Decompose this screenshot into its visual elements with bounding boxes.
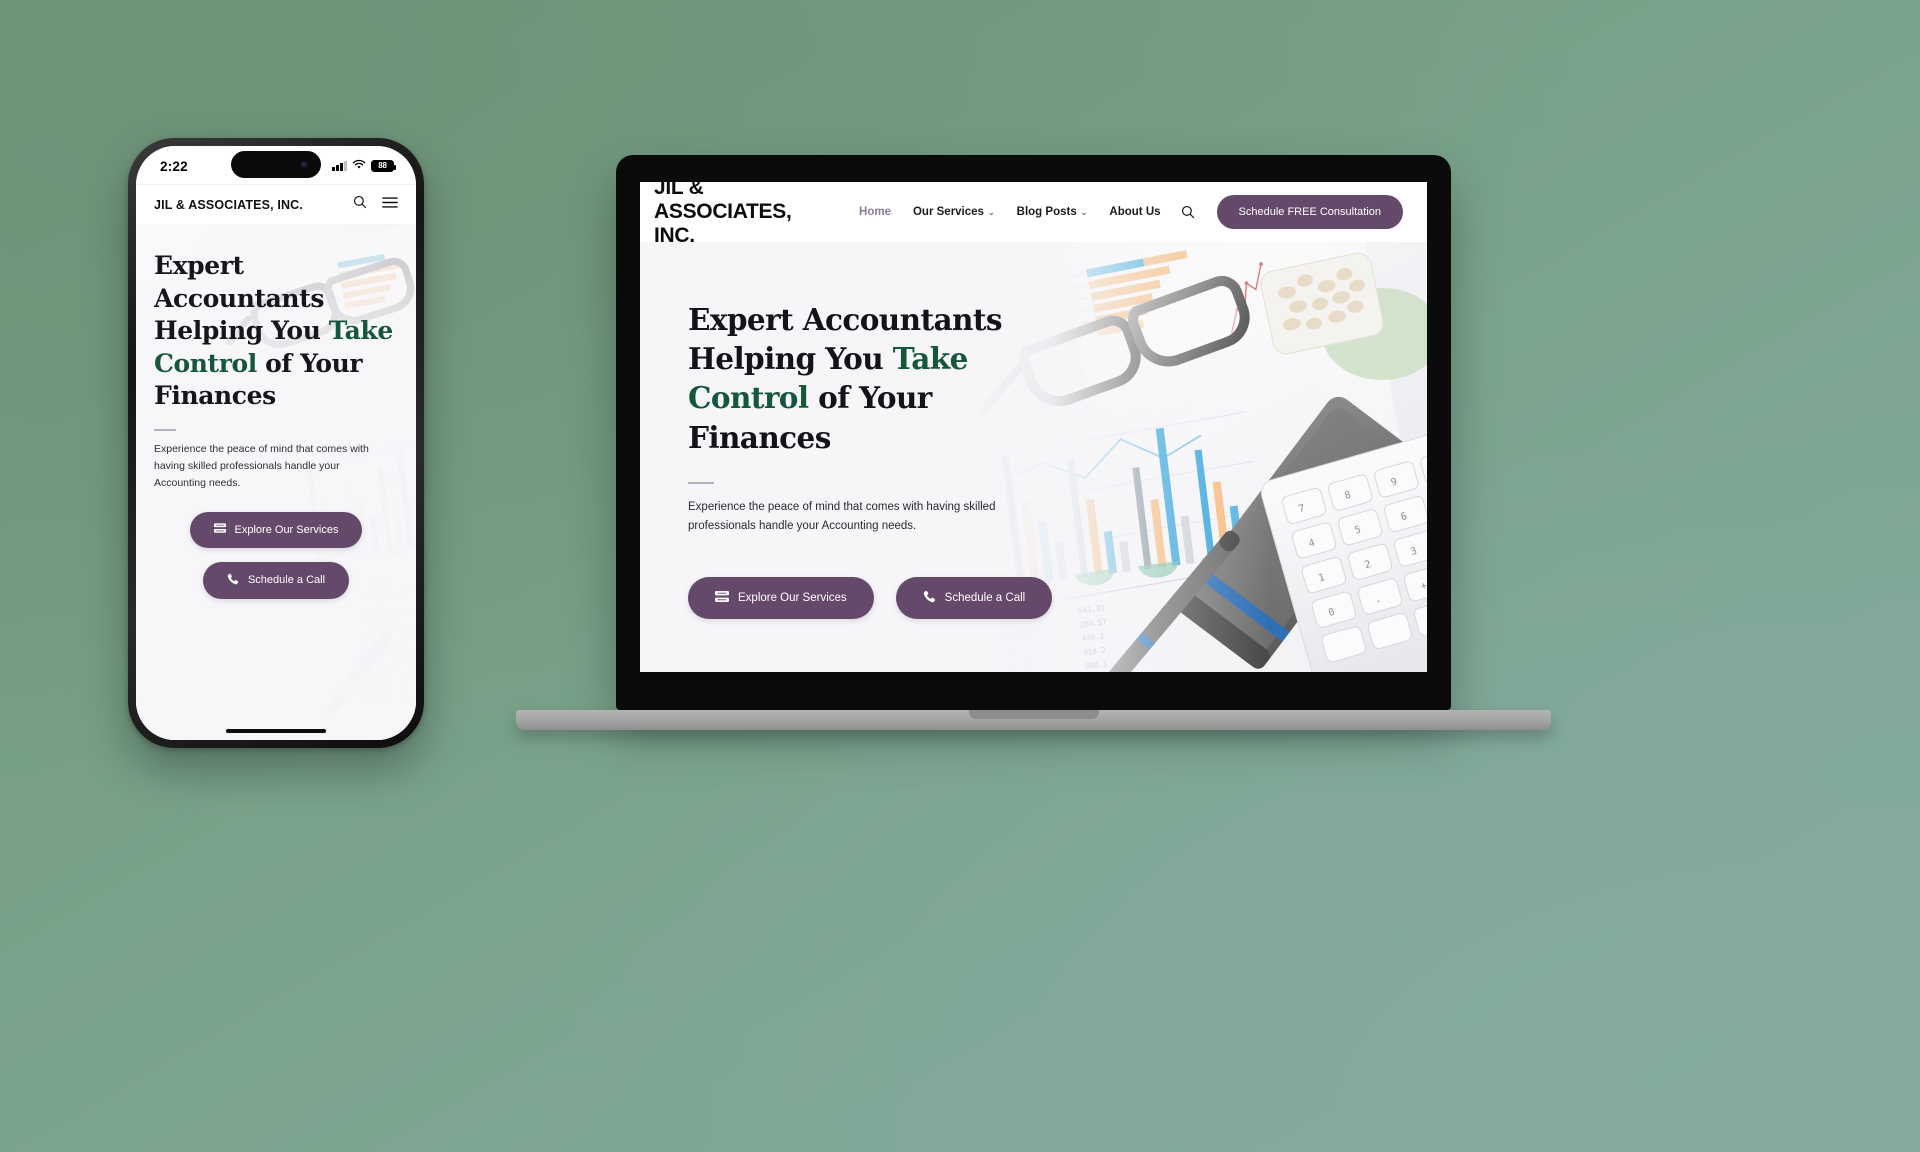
button-label: Schedule a Call (247, 574, 326, 586)
desktop-hero-section: 147.45 541.31 981.57 200.57 908.2 440.2 438… (640, 242, 1427, 672)
status-bar-time: 2:22 (160, 158, 188, 174)
laptop-lid: JIL & ASSOCIATES, INC. Home Our Services… (616, 155, 1451, 710)
svg-text:908.2: 908.2 (367, 608, 384, 614)
nav-label: Blog Posts (1016, 206, 1077, 218)
nav-item-our-services[interactable]: Our Services ⌄ (913, 206, 995, 218)
nav-item-blog-posts[interactable]: Blog Posts ⌄ (1017, 206, 1088, 218)
cellular-signal-icon (332, 161, 347, 171)
desktop-navbar: JIL & ASSOCIATES, INC. Home Our Services… (640, 182, 1427, 247)
nav-item-about-us[interactable]: About Us (1109, 206, 1160, 218)
phone-brand-logo[interactable]: JIL & ASSOCIATES, INC. (154, 198, 303, 212)
desktop-brand-logo[interactable]: JIL & ASSOCIATES, INC. (654, 182, 833, 248)
svg-text:972.47: 972.47 (367, 682, 387, 688)
button-label: Explore Our Services (738, 592, 847, 605)
button-label: Schedule a Call (944, 592, 1026, 605)
schedule-a-call-button[interactable]: Schedule a Call (895, 577, 1053, 620)
desktop-hero-heading: Expert Accountants Helping You Take Cont… (688, 300, 1070, 457)
phone-icon (227, 573, 239, 588)
list-stack-icon (213, 522, 226, 537)
svg-text:851.67: 851.67 (367, 695, 387, 701)
schedule-free-consultation-button[interactable]: Schedule FREE Consultation (1216, 195, 1403, 229)
nav-label: Home (859, 206, 891, 218)
chevron-down-icon: ⌄ (1080, 207, 1088, 217)
battery-level: 88 (378, 161, 387, 170)
explore-our-services-button[interactable]: Explore Our Services (189, 511, 363, 548)
search-icon[interactable] (353, 195, 367, 214)
phone-mockup: 2:22 88 JIL & ASSOCIATES, INC. 147.45 98… (128, 138, 424, 748)
nav-item-home[interactable]: Home (859, 206, 891, 218)
schedule-a-call-button[interactable]: Schedule a Call (202, 561, 350, 599)
phone-screen: 2:22 88 JIL & ASSOCIATES, INC. 147.45 98… (136, 146, 416, 740)
explore-our-services-button[interactable]: Explore Our Services (688, 577, 874, 620)
desktop-hero-content: Expert Accountants Helping You Take Cont… (640, 242, 1070, 620)
nav-label: Our Services (912, 206, 984, 218)
laptop-base (516, 710, 1551, 730)
laptop-screen: JIL & ASSOCIATES, INC. Home Our Services… (640, 182, 1427, 672)
phone-nav-icons (353, 195, 398, 214)
wifi-icon (352, 157, 366, 175)
home-indicator (226, 729, 326, 733)
status-bar-indicators: 88 (332, 157, 396, 175)
nav-label: About Us (1109, 206, 1161, 218)
desktop-hero-subtext: Experience the peace of mind that comes … (688, 500, 996, 532)
phone-hero-content: Expert Accountants Helping You Take Cont… (136, 224, 416, 599)
list-stack-icon (715, 590, 729, 606)
phone-divider (154, 428, 176, 431)
phone-hero-heading: Expert Accountants Helping You Take Cont… (154, 250, 398, 413)
svg-text:438.22: 438.22 (367, 620, 387, 626)
phone-hero-subtext: Experience the peace of mind that comes … (154, 442, 369, 489)
svg-text:358.16: 358.16 (367, 670, 388, 676)
phone-navbar: JIL & ASSOCIATES, INC. (136, 184, 416, 224)
heading-text-1: Expert Accountants Helping You (154, 251, 329, 345)
dynamic-island (231, 151, 321, 178)
hamburger-menu-icon[interactable] (382, 196, 398, 214)
desktop-divider (688, 481, 714, 484)
phone-icon (923, 590, 936, 606)
phone-status-bar: 2:22 88 (136, 146, 416, 184)
desktop-hero-buttons: Explore Our Services Schedule a Call (688, 577, 1070, 620)
search-icon[interactable] (1181, 205, 1195, 219)
phone-hero-buttons: Explore Our Services Schedule a Call (154, 511, 398, 599)
button-label: Explore Our Services (234, 523, 339, 536)
chevron-down-icon: ⌄ (987, 207, 995, 217)
laptop-mockup: JIL & ASSOCIATES, INC. Home Our Services… (516, 155, 1551, 730)
phone-hero-section: 147.45981.57 908.2438.22 400.1277.09 529… (136, 224, 416, 740)
battery-icon: 88 (371, 160, 396, 172)
desktop-nav-links: Home Our Services ⌄ Blog Posts ⌄ About Us (859, 206, 1161, 218)
